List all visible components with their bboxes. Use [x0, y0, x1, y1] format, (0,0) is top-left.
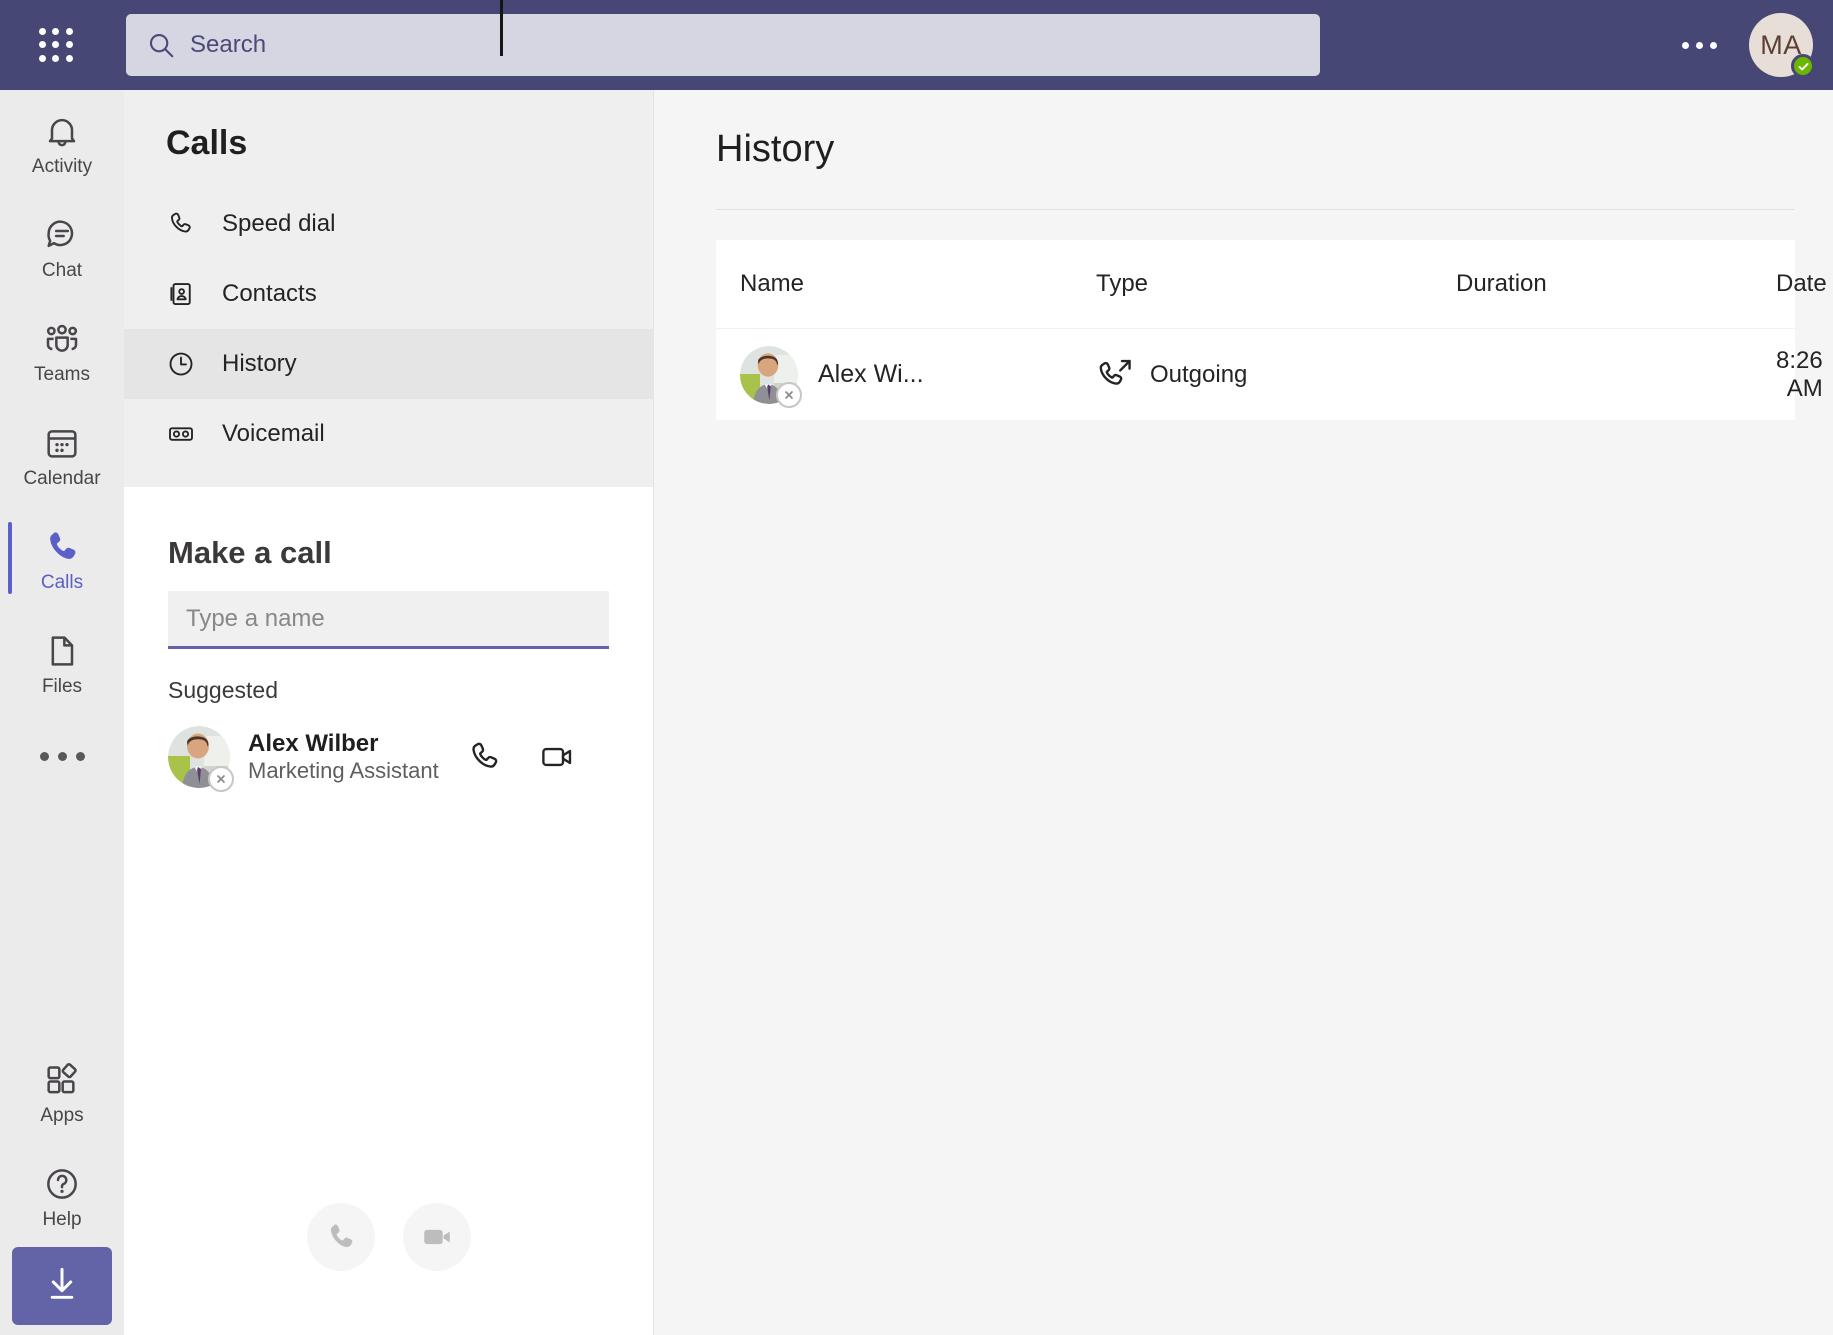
make-a-call-section: Make a call Suggested: [124, 487, 653, 1335]
sidebar-item-apps[interactable]: Apps: [0, 1039, 124, 1143]
type-a-name-input[interactable]: [168, 591, 609, 649]
phone-outline-icon: [166, 209, 196, 239]
sidebar-item-label: Speed dial: [222, 210, 335, 238]
divider: [716, 209, 1795, 210]
sidebar-item-label: Calendar: [23, 469, 100, 488]
presence-offline-icon: [208, 766, 234, 792]
history-panel: History Name Type Duration Date: [654, 90, 1833, 1335]
teams-app-window: Search MA: [0, 0, 1833, 1335]
sidebar-item-label: Teams: [34, 365, 90, 384]
list-item[interactable]: Alex Wilber Marketing Assistant: [124, 718, 653, 796]
sidebar-item-label: Voicemail: [222, 420, 325, 448]
search-input[interactable]: Search: [126, 14, 1320, 76]
sidebar-item-chat[interactable]: Chat: [0, 194, 124, 298]
download-icon: [41, 1263, 83, 1310]
call-history-table: Name Type Duration Date: [716, 240, 1795, 420]
sidebar-item-calendar[interactable]: Calendar: [0, 402, 124, 506]
phone-icon: [42, 525, 82, 569]
presence-offline-icon: [776, 382, 802, 408]
cell-type: Outgoing: [1096, 356, 1456, 394]
app-launcher-icon[interactable]: [30, 19, 82, 71]
sidebar-item-label: History: [222, 350, 297, 378]
contact-info: Alex Wilber Marketing Assistant: [248, 730, 448, 784]
table-row[interactable]: Alex Wi... Outgoing 8:26: [716, 328, 1795, 420]
avatar: [168, 726, 230, 788]
sidebar-item-voicemail[interactable]: Voicemail: [124, 399, 653, 469]
make-a-call-title: Make a call: [124, 487, 653, 591]
column-header-name: Name: [716, 270, 1096, 298]
voicemail-icon: [166, 419, 196, 449]
sidebar-item-label: Activity: [32, 157, 92, 176]
contact-card-icon: [166, 279, 196, 309]
name-input-container: [168, 591, 609, 649]
contact-name: Alex Wilber: [248, 730, 379, 757]
column-header-duration: Duration: [1456, 270, 1776, 298]
sidebar-item-label: Chat: [42, 261, 82, 280]
sidebar-item-label: Apps: [40, 1106, 83, 1125]
left-nav-rail: Activity Chat: [0, 90, 124, 1335]
avatar: [740, 346, 798, 404]
bell-icon: [42, 109, 82, 153]
calls-nav-section: Calls Speed dial: [124, 90, 653, 487]
sidebar-item-activity[interactable]: Activity: [0, 90, 124, 194]
app-body: Activity Chat: [0, 90, 1833, 1335]
start-video-call-button[interactable]: [403, 1203, 471, 1271]
calls-sidebar: Calls Speed dial: [124, 90, 654, 1335]
download-app-button[interactable]: [12, 1247, 112, 1325]
search-icon: [146, 30, 176, 60]
clock-icon: [166, 349, 196, 379]
top-bar: Search MA: [0, 0, 1833, 90]
sidebar-item-history[interactable]: History: [124, 329, 653, 399]
top-more-menu-icon[interactable]: [1664, 32, 1735, 59]
sidebar-item-calls[interactable]: Calls: [0, 506, 124, 610]
avatar[interactable]: MA: [1749, 13, 1813, 77]
start-audio-call-button[interactable]: [307, 1203, 375, 1271]
calendar-icon: [42, 421, 82, 465]
column-header-type: Type: [1096, 270, 1456, 298]
cell-name-text: Alex Wi...: [818, 360, 924, 389]
column-header-date: Date: [1776, 270, 1833, 298]
apps-icon: [42, 1058, 82, 1102]
rail-more-apps-icon[interactable]: [0, 714, 124, 798]
sidebar-item-label: Calls: [41, 573, 83, 592]
search-container: Search: [126, 14, 1320, 76]
page-title: History: [654, 90, 1833, 171]
page-title: Calls: [124, 90, 653, 189]
suggested-label: Suggested: [124, 649, 653, 718]
cell-type-text: Outgoing: [1150, 361, 1247, 389]
presence-available-icon: [1791, 54, 1815, 78]
table-header-row: Name Type Duration Date: [716, 240, 1795, 328]
sidebar-item-files[interactable]: Files: [0, 610, 124, 714]
search-placeholder: Search: [190, 31, 266, 59]
chat-icon: [42, 213, 82, 257]
sidebar-item-help[interactable]: Help: [0, 1143, 124, 1247]
teams-icon: [42, 317, 82, 361]
cell-date: 8:26 AM: [1776, 347, 1833, 403]
sidebar-item-teams[interactable]: Teams: [0, 298, 124, 402]
sidebar-filler: [124, 796, 653, 1203]
sidebar-item-label: Help: [42, 1210, 81, 1229]
contact-role: Marketing Assistant: [248, 758, 439, 783]
video-call-button[interactable]: [538, 738, 576, 776]
sidebar-item-speed-dial[interactable]: Speed dial: [124, 189, 653, 259]
file-icon: [42, 629, 82, 673]
help-icon: [42, 1162, 82, 1206]
sidebar-item-label: Files: [42, 677, 82, 696]
call-action-buttons: [124, 1203, 653, 1335]
sidebar-item-contacts[interactable]: Contacts: [124, 259, 653, 329]
text-cursor-artifact: [500, 0, 503, 56]
outgoing-call-icon: [1096, 356, 1134, 394]
audio-call-button[interactable]: [466, 738, 504, 776]
top-bar-right: MA: [1664, 13, 1833, 77]
cell-name: Alex Wi...: [716, 346, 1096, 404]
sidebar-item-label: Contacts: [222, 280, 317, 308]
contact-actions: [466, 738, 576, 776]
